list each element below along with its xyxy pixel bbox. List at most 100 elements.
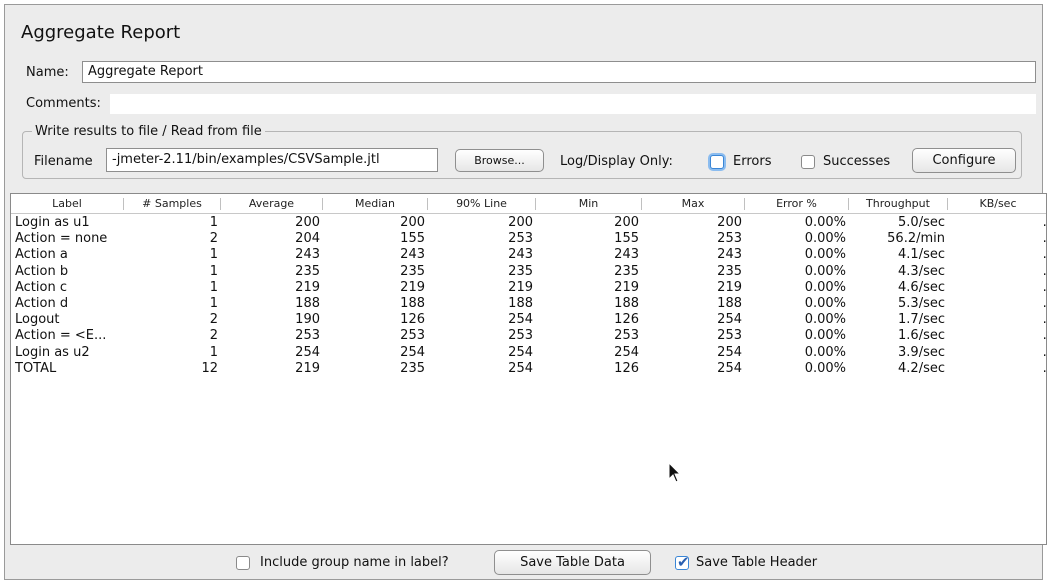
comments-row: Comments: (20, 93, 1039, 115)
table-cell: .0 (1042, 328, 1047, 344)
include-group-label: Include group name in label? (260, 555, 449, 570)
table-row[interactable]: Action d 1 188 188 188 188 188 0.00% 5.3/sec .1 (11, 296, 1047, 312)
table-row[interactable]: Action b 1 235 235 235 235 235 0.00% 4.3/sec .0 (11, 263, 1046, 280)
table-cell: Action c (15, 279, 67, 295)
table-cell: 200 (295, 215, 320, 230)
table-cell: 253 (508, 231, 533, 247)
table-cell: .0 (1042, 247, 1047, 263)
panel-title: Aggregate Report (21, 22, 181, 43)
table-cell: Login as u2 (15, 344, 90, 360)
table-cell: 243 (295, 247, 320, 263)
column-header[interactable]: 90% Line (428, 194, 535, 213)
column-header[interactable]: Max (642, 194, 744, 213)
column-header[interactable]: # Samples (124, 194, 220, 213)
table-cell: 254 (295, 344, 320, 360)
table-cell: .0 (1042, 360, 1047, 376)
table-cell: 1 (209, 344, 218, 360)
table-cell: 253 (717, 231, 742, 247)
table-cell: 0.00% (804, 312, 846, 328)
file-section-legend: Write results to file / Read from file (32, 124, 265, 139)
table-cell: 0.00% (804, 344, 846, 360)
table-cell: Login as u1 (15, 215, 90, 230)
table-cell: 0.00% (804, 247, 846, 263)
table-cell: .1 (1042, 215, 1047, 230)
table-cell: 2 (209, 312, 218, 328)
table-cell: 253 (295, 328, 320, 344)
log-display-label: Log/Display Only: (560, 154, 673, 169)
column-header[interactable]: Median (323, 194, 427, 213)
table-cell: .1 (1042, 344, 1047, 360)
save-table-header-checkbox[interactable]: ✔ (675, 553, 690, 571)
column-header[interactable]: Min (536, 194, 641, 213)
table-cell: 219 (295, 279, 320, 295)
column-header[interactable]: Average (221, 194, 322, 213)
table-cell: Action = none (15, 231, 108, 247)
table-cell: 254 (508, 344, 533, 360)
name-row: Name: Aggregate Report (20, 60, 1039, 86)
name-input[interactable]: Aggregate Report (82, 61, 1036, 83)
table-row[interactable]: Logout 2 190 126 254 126 254 0.00% 1.7/sec .0 (11, 312, 1047, 328)
table-cell: 56.2/min (887, 231, 945, 247)
errors-label: Errors (733, 154, 772, 169)
successes-checkbox[interactable] (801, 155, 815, 169)
filename-label: Filename (34, 154, 93, 169)
successes-label: Successes (823, 154, 891, 169)
table-cell: 188 (717, 296, 742, 311)
table-cell: 254 (717, 360, 742, 376)
table-cell: 253 (400, 328, 425, 344)
table-cell: 155 (614, 231, 639, 247)
table-row[interactable]: Action c 1 219 219 219 219 219 0.00% 4.6/sec .1 (11, 279, 1046, 296)
table-cell: 254 (508, 312, 533, 328)
table-cell: 0.00% (804, 360, 846, 376)
table-cell: 4.6/sec (898, 279, 945, 295)
table-cell: 253 (508, 328, 533, 344)
table-cell: 4.1/sec (898, 247, 945, 263)
table-cell: 12 (201, 360, 218, 376)
table-cell: Logout (15, 312, 60, 328)
save-table-header-label: Save Table Header (696, 555, 818, 570)
table-cell: 1.6/sec (898, 328, 945, 344)
table-cell: 0.00% (804, 296, 846, 311)
column-header[interactable]: Error % (745, 194, 848, 213)
column-header[interactable]: KB/sec (948, 194, 1046, 213)
table-cell: 190 (295, 312, 320, 328)
column-header[interactable]: Label (11, 194, 123, 213)
table-cell: 126 (400, 312, 425, 328)
browse-button[interactable]: Browse... (455, 149, 544, 172)
table-cell: 0.00% (804, 279, 846, 295)
table-row[interactable]: Login as u1 1 200 200 200 200 200 0.00% 5.0/sec.… (11, 215, 1047, 231)
table-row[interactable]: Action = none 2 204 155 253 155 253 0.00% 56.2/m… (11, 231, 1046, 247)
filename-input[interactable]: -jmeter-2.11/bin/examples/CSVSample.jtl (106, 148, 438, 172)
table-cell: 235 (717, 263, 742, 279)
comments-input[interactable] (110, 94, 1036, 114)
table-cell: 4.2/sec (898, 360, 945, 376)
table-cell: .0 (1042, 312, 1047, 328)
table-cell: 235 (400, 263, 425, 279)
comments-label: Comments: (26, 96, 101, 111)
table-row[interactable]: Action a 1 243 243 243 243 243 0.00% 4.1/sec .0 (11, 247, 1047, 263)
table-cell: 126 (614, 360, 639, 376)
errors-checkbox[interactable] (710, 155, 724, 169)
table-cell: 219 (400, 279, 425, 295)
table-cell: 3.9/sec (898, 344, 945, 360)
include-group-checkbox[interactable] (236, 556, 250, 570)
table-cell: Action b (15, 263, 69, 279)
column-header[interactable]: Throughput (849, 194, 947, 213)
table-row[interactable]: TOTAL 12 219 235 254 126 254 0.00% 4.2/sec .0 (11, 360, 1047, 377)
table-cell: 235 (295, 263, 320, 279)
results-table[interactable]: Label # Samples Average Median 90% Line … (10, 193, 1047, 545)
table-cell: 200 (614, 215, 639, 230)
configure-button[interactable]: Configure (912, 148, 1016, 173)
table-cell: 243 (400, 247, 425, 263)
table-cell: .1 (1042, 296, 1047, 311)
table-row[interactable]: Action = <E... 2 253 253 253 253 253 0.00% 1.6/s… (11, 328, 1047, 344)
checkmark-icon: ✔ (677, 553, 690, 571)
table-cell: 188 (400, 296, 425, 311)
table-cell: 254 (614, 344, 639, 360)
table-cell: 188 (508, 296, 533, 311)
table-cell: 1.7/sec (898, 312, 945, 328)
table-row[interactable]: Login as u2 1 254 254 254 254 254 0.00% 3.9/sec.… (11, 344, 1047, 361)
arrow-cursor-icon (668, 462, 682, 483)
table-cell: 0.00% (804, 263, 846, 279)
save-table-data-button[interactable]: Save Table Data (494, 550, 651, 575)
